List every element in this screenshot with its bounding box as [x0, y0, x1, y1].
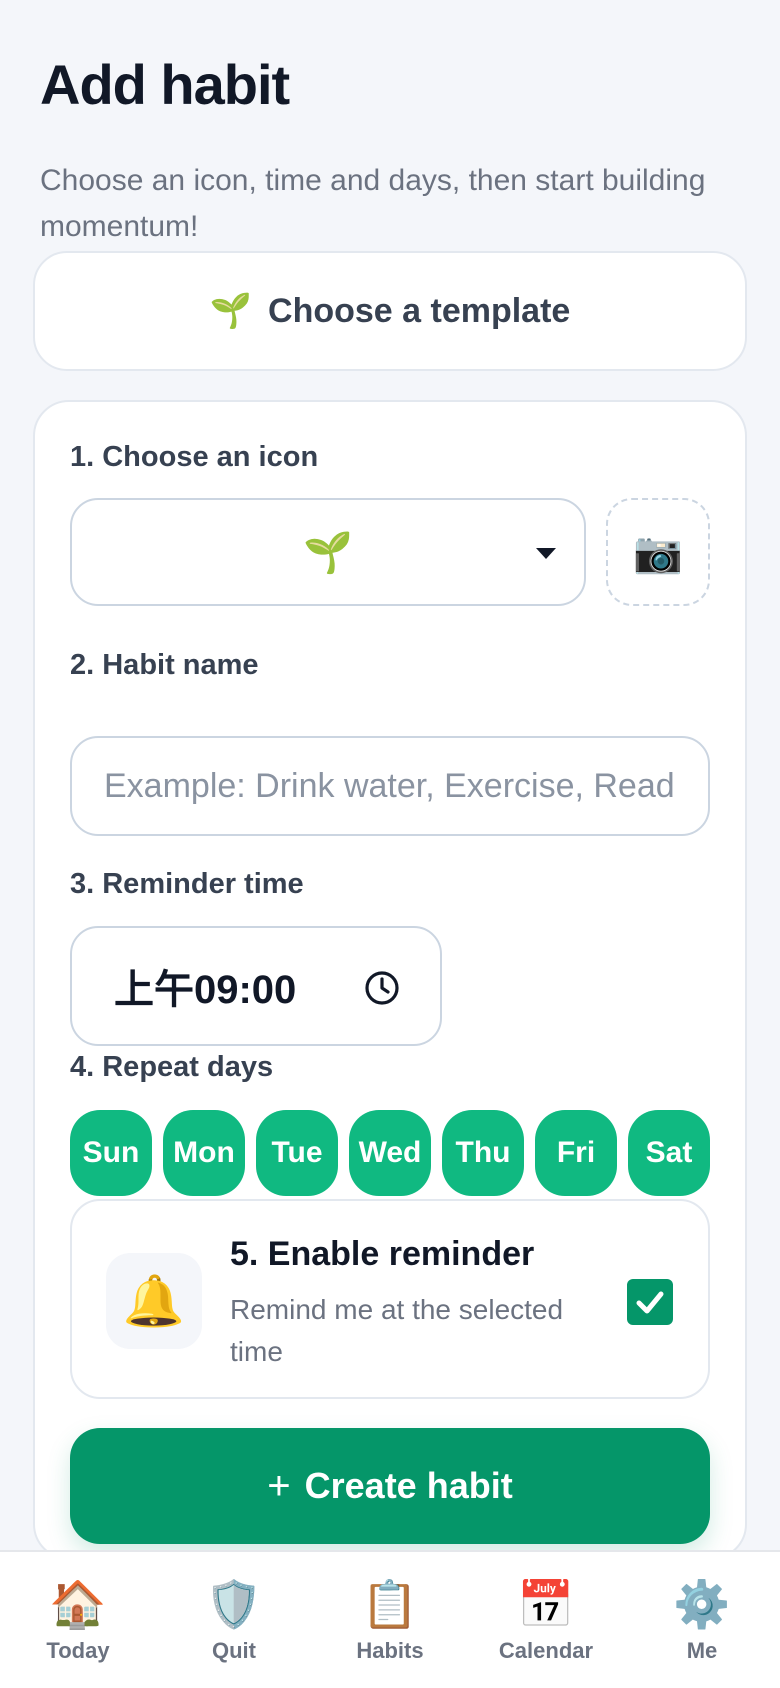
seedling-icon: 🌱 [209, 292, 253, 330]
chevron-down-icon [536, 548, 556, 559]
checkmark-icon [636, 1291, 664, 1314]
gear-icon: ⚙️ [673, 1578, 731, 1630]
choose-template-label: Choose a template [268, 291, 571, 330]
choose-template-button[interactable]: 🌱 Choose a template [33, 251, 747, 371]
house-icon: 🏠 [49, 1578, 107, 1630]
day-toggle-thu[interactable]: Thu [442, 1110, 524, 1196]
icon-section-label: 1. Choose an icon [70, 441, 319, 473]
bell-icon: 🔔 [106, 1253, 202, 1349]
reminder-title: 5. Enable reminder [230, 1235, 535, 1273]
tab-label-me: Me [686, 1638, 718, 1663]
add-habit-screen: Add habit Choose an icon, time and days,… [0, 0, 780, 1688]
name-section-label: 2. Habit name [70, 649, 259, 681]
reminder-description: Remind me at the selected time [230, 1294, 564, 1367]
camera-icon: 📷 [633, 530, 683, 575]
plus-icon: + [267, 1463, 291, 1508]
repeat-days-selector: Sun Mon Tue Wed Thu Fri Sat [70, 1110, 710, 1196]
tab-quit[interactable]: 🛡️ Quit [156, 1552, 312, 1688]
days-section-label: 4. Repeat days [70, 1051, 274, 1083]
selected-seedling-icon: 🌱 [303, 530, 353, 575]
reminder-time-picker[interactable]: 上午09:00 [70, 926, 442, 1046]
clock-icon [365, 971, 399, 1005]
enable-reminder-card: 🔔 5. Enable reminder Remind me at the se… [70, 1199, 710, 1399]
icon-select[interactable]: 🌱 [70, 498, 586, 606]
tab-label-calendar: Calendar [498, 1638, 594, 1663]
tab-me[interactable]: ⚙️ Me [624, 1552, 780, 1688]
tab-today[interactable]: 🏠 Today [0, 1552, 156, 1688]
page-title: Add habit [40, 53, 290, 116]
bottom-tab-bar: 🏠 Today 🛡️ Quit 📋 Habits 📅 Calendar ⚙️ M… [0, 1550, 780, 1688]
day-toggle-tue[interactable]: Tue [256, 1110, 338, 1196]
tab-habits[interactable]: 📋 Habits [312, 1552, 468, 1688]
tab-label-habits: Habits [356, 1638, 424, 1663]
tab-calendar[interactable]: 📅 Calendar [468, 1552, 624, 1688]
clipboard-icon: 📋 [361, 1578, 419, 1630]
create-habit-button[interactable]: + Create habit [70, 1428, 710, 1544]
reminder-time-value: 上午09:00 [114, 968, 297, 1012]
calendar-icon: 📅 [517, 1578, 575, 1630]
bell-emoji: 🔔 [122, 1272, 186, 1329]
day-toggle-sun[interactable]: Sun [70, 1110, 152, 1196]
upload-photo-button[interactable]: 📷 [606, 498, 710, 606]
tab-label-today: Today [46, 1638, 110, 1663]
day-toggle-mon[interactable]: Mon [163, 1110, 245, 1196]
tab-label-quit: Quit [212, 1638, 256, 1663]
day-toggle-fri[interactable]: Fri [535, 1110, 617, 1196]
habit-name-input[interactable] [70, 736, 710, 836]
enable-reminder-checkbox[interactable] [627, 1279, 673, 1325]
page-subtitle: Choose an icon, time and days, then star… [40, 164, 706, 243]
shield-icon: 🛡️ [205, 1578, 263, 1630]
day-toggle-sat[interactable]: Sat [628, 1110, 710, 1196]
day-toggle-wed[interactable]: Wed [349, 1110, 431, 1196]
time-section-label: 3. Reminder time [70, 868, 304, 900]
create-habit-label: Create habit [304, 1465, 513, 1506]
